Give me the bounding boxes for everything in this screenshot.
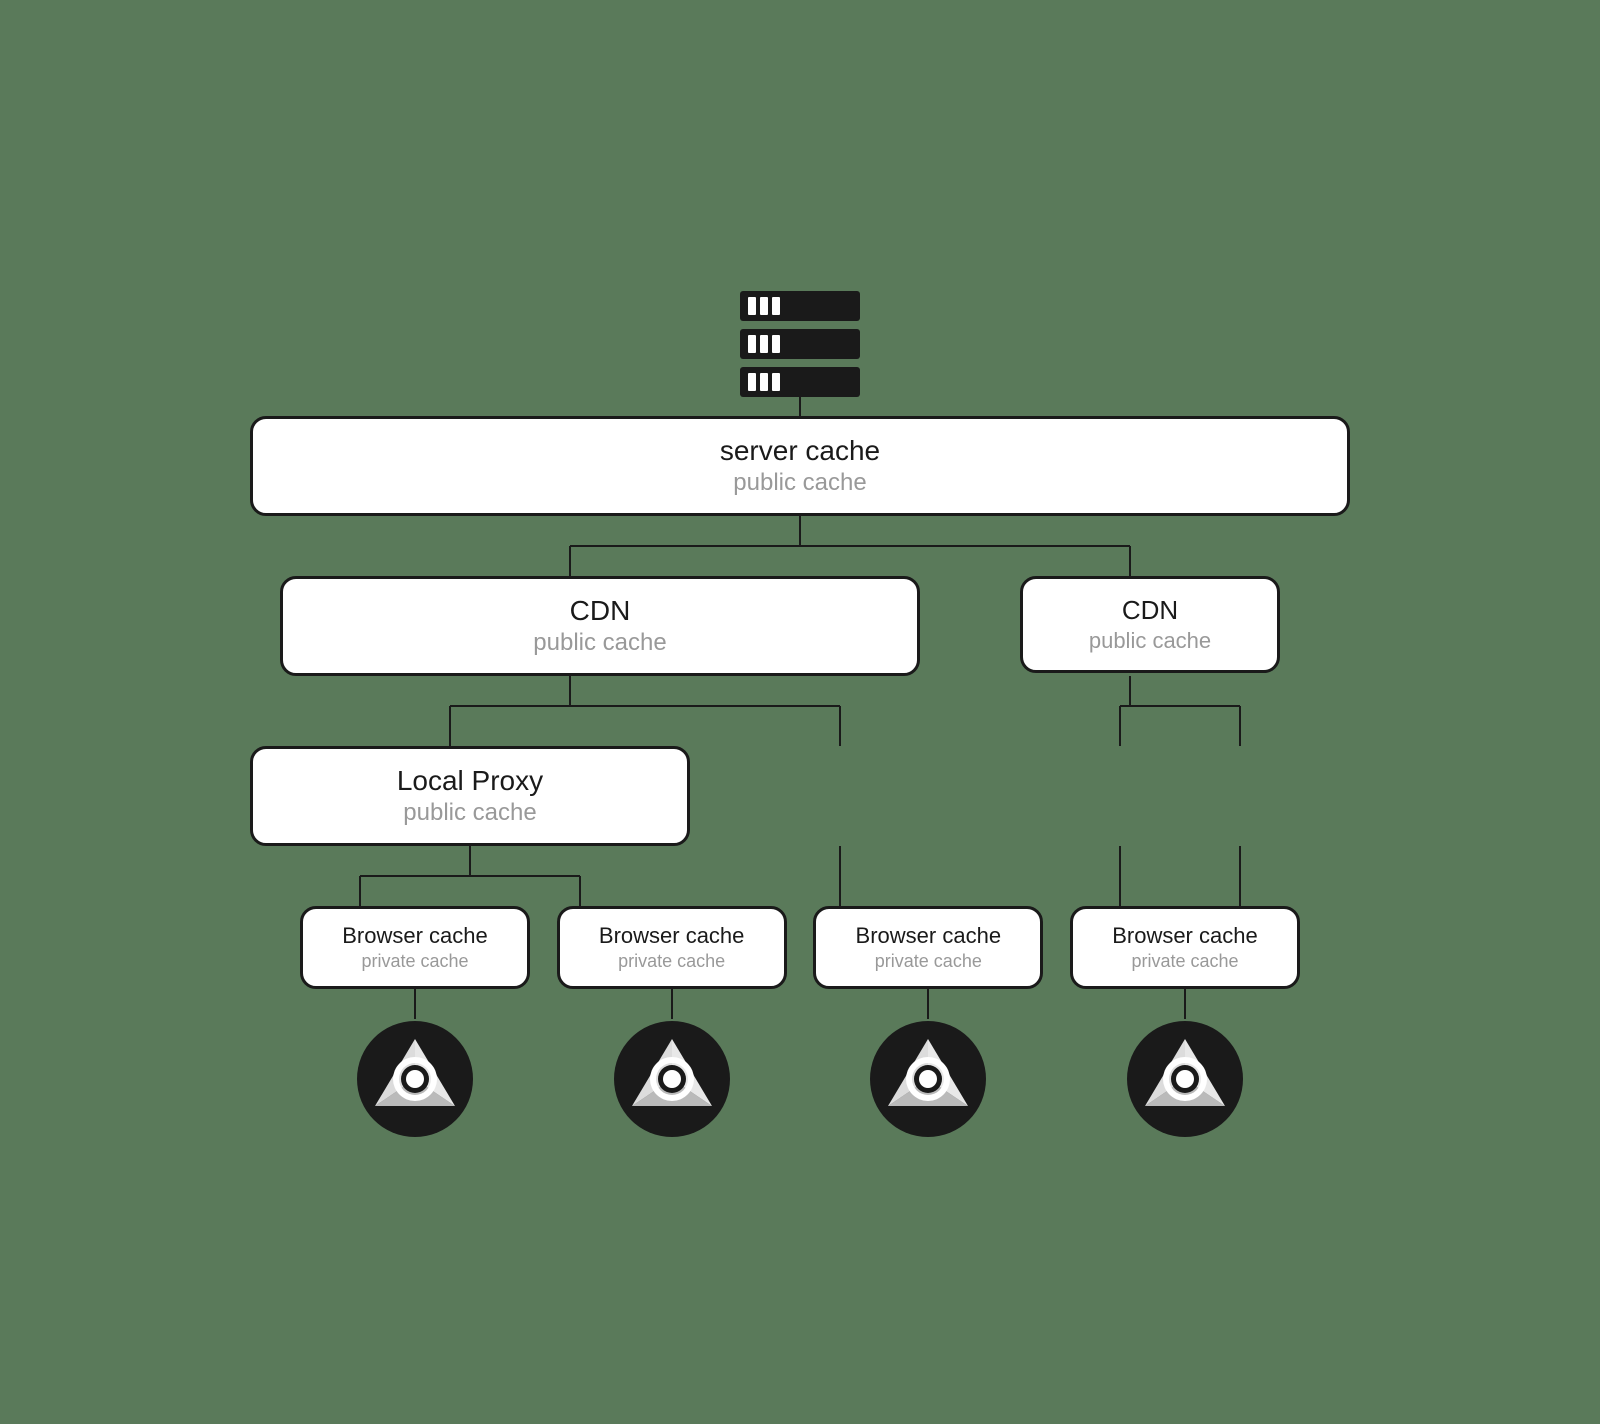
browser-2-label: Browser cache [576,923,768,949]
browser-box-2: Browser cache private cache [557,906,787,989]
browser-4-sub: private cache [1089,951,1281,972]
cdn-right-section: CDN public cache [950,576,1350,676]
branch-line-server [250,516,1350,576]
local-proxy-section: Local Proxy public cache [250,746,690,846]
local-proxy-row: Local Proxy public cache [250,746,1350,846]
browser-col-1: Browser cache private cache [300,906,530,1139]
browser-col-4: Browser cache private cache [1070,906,1300,1139]
branch-line-proxy-browser [250,846,1350,906]
local-proxy-label: Local Proxy [283,765,657,797]
server-cache-label: server cache [283,435,1317,467]
browser-row: Browser cache private cache [250,906,1350,1139]
browser-2-sub: private cache [576,951,768,972]
browser-1-sub: private cache [319,951,511,972]
browser-4-label: Browser cache [1089,923,1281,949]
browser-3-label: Browser cache [832,923,1024,949]
conn-b2-chrome [671,989,673,1019]
cdn-left-section: CDN public cache [250,576,950,676]
cdn-right-label: CDN [1047,595,1253,626]
server-cache-sub: public cache [283,469,1317,497]
browser-box-4: Browser cache private cache [1070,906,1300,989]
local-proxy-box: Local Proxy public cache [250,746,690,846]
server-icon [720,286,880,406]
chrome-icon-3 [868,1019,988,1139]
cdn-row: CDN public cache CDN public cache [250,576,1350,676]
branch-line-cdn [250,676,1350,746]
conn-b3-chrome [927,989,929,1019]
browser-col-2: Browser cache private cache [557,906,787,1139]
chrome-icon-1 [355,1019,475,1139]
cdn-right-box: CDN public cache [1020,576,1280,673]
chrome-icon-2 [612,1019,732,1139]
cache-hierarchy-diagram: server cache public cache CDN public cac… [200,246,1400,1179]
cdn-left-box: CDN public cache [280,576,920,676]
chrome-icon-4 [1125,1019,1245,1139]
cdn-left-label: CDN [313,595,887,627]
browser-3-sub: private cache [832,951,1024,972]
local-proxy-sub: public cache [283,799,657,827]
conn-b4-chrome [1184,989,1186,1019]
browser-col-3: Browser cache private cache [813,906,1043,1139]
conn-b1-chrome [414,989,416,1019]
cdn-left-sub: public cache [313,629,887,657]
connector-server-to-box [799,406,801,416]
browser-box-3: Browser cache private cache [813,906,1043,989]
cdn-right-sub: public cache [1047,628,1253,654]
browser-box-1: Browser cache private cache [300,906,530,989]
browser-1-label: Browser cache [319,923,511,949]
server-cache-box: server cache public cache [250,416,1350,516]
